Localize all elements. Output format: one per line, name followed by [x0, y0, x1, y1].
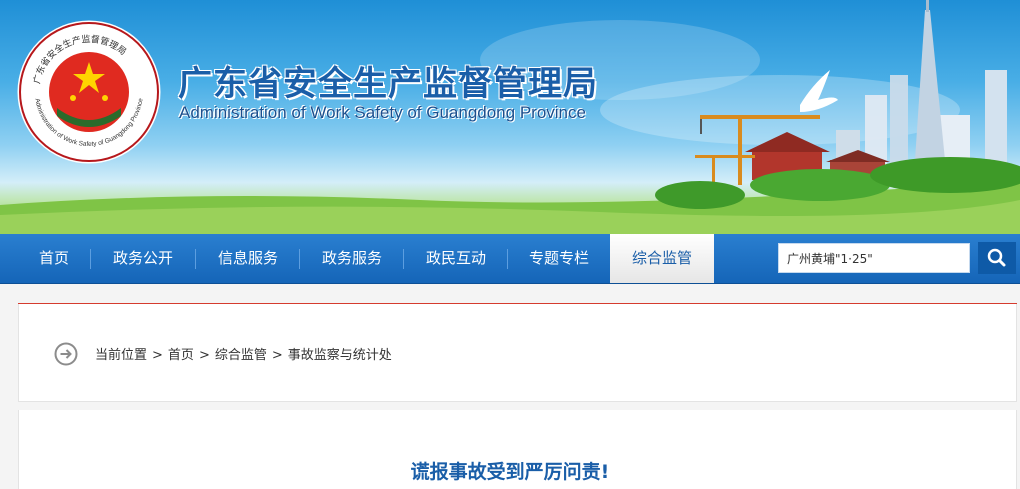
breadcrumb-comprehensive-supervision-link[interactable]: 综合监管	[215, 348, 267, 363]
nav-item-special-topics[interactable]: 专题专栏	[508, 234, 610, 283]
header-banner: 广东省安全生产监督管理局 Administration of Work Safe…	[0, 0, 1020, 234]
nav-item-comprehensive-supervision[interactable]: 综合监管	[610, 234, 714, 283]
nav-item-information-service[interactable]: 信息服务	[196, 234, 300, 283]
nav-item-government-service[interactable]: 政务服务	[300, 234, 404, 283]
breadcrumb-accident-statistics-link[interactable]: 事故监察与统计处	[288, 348, 392, 363]
site-title: 广东省安全生产监督管理局	[178, 64, 598, 104]
emblem-logo: 广东省安全生产监督管理局 Administration of Work Safe…	[17, 20, 161, 164]
breadcrumb-separator: >	[152, 348, 163, 363]
breadcrumb: 当前位置 > 首页 > 综合监管 > 事故监察与统计处	[95, 344, 392, 363]
search-input[interactable]	[778, 243, 970, 273]
arrow-right-circle-icon	[54, 342, 78, 366]
nav-item-government-affairs[interactable]: 政务公开	[91, 234, 195, 283]
nav-item-public-interaction[interactable]: 政民互动	[404, 234, 508, 283]
breadcrumb-separator: >	[271, 348, 283, 363]
breadcrumb-separator: >	[198, 348, 210, 363]
search-icon	[987, 248, 1006, 267]
breadcrumb-home-link[interactable]: 首页	[168, 348, 194, 363]
breadcrumb-prefix: 当前位置	[95, 348, 148, 363]
article-title: 谎报事故受到严厉问责!	[410, 461, 610, 483]
search-button[interactable]	[978, 242, 1016, 274]
site-title-english: Administration of Work Safety of Guangdo…	[179, 103, 586, 122]
